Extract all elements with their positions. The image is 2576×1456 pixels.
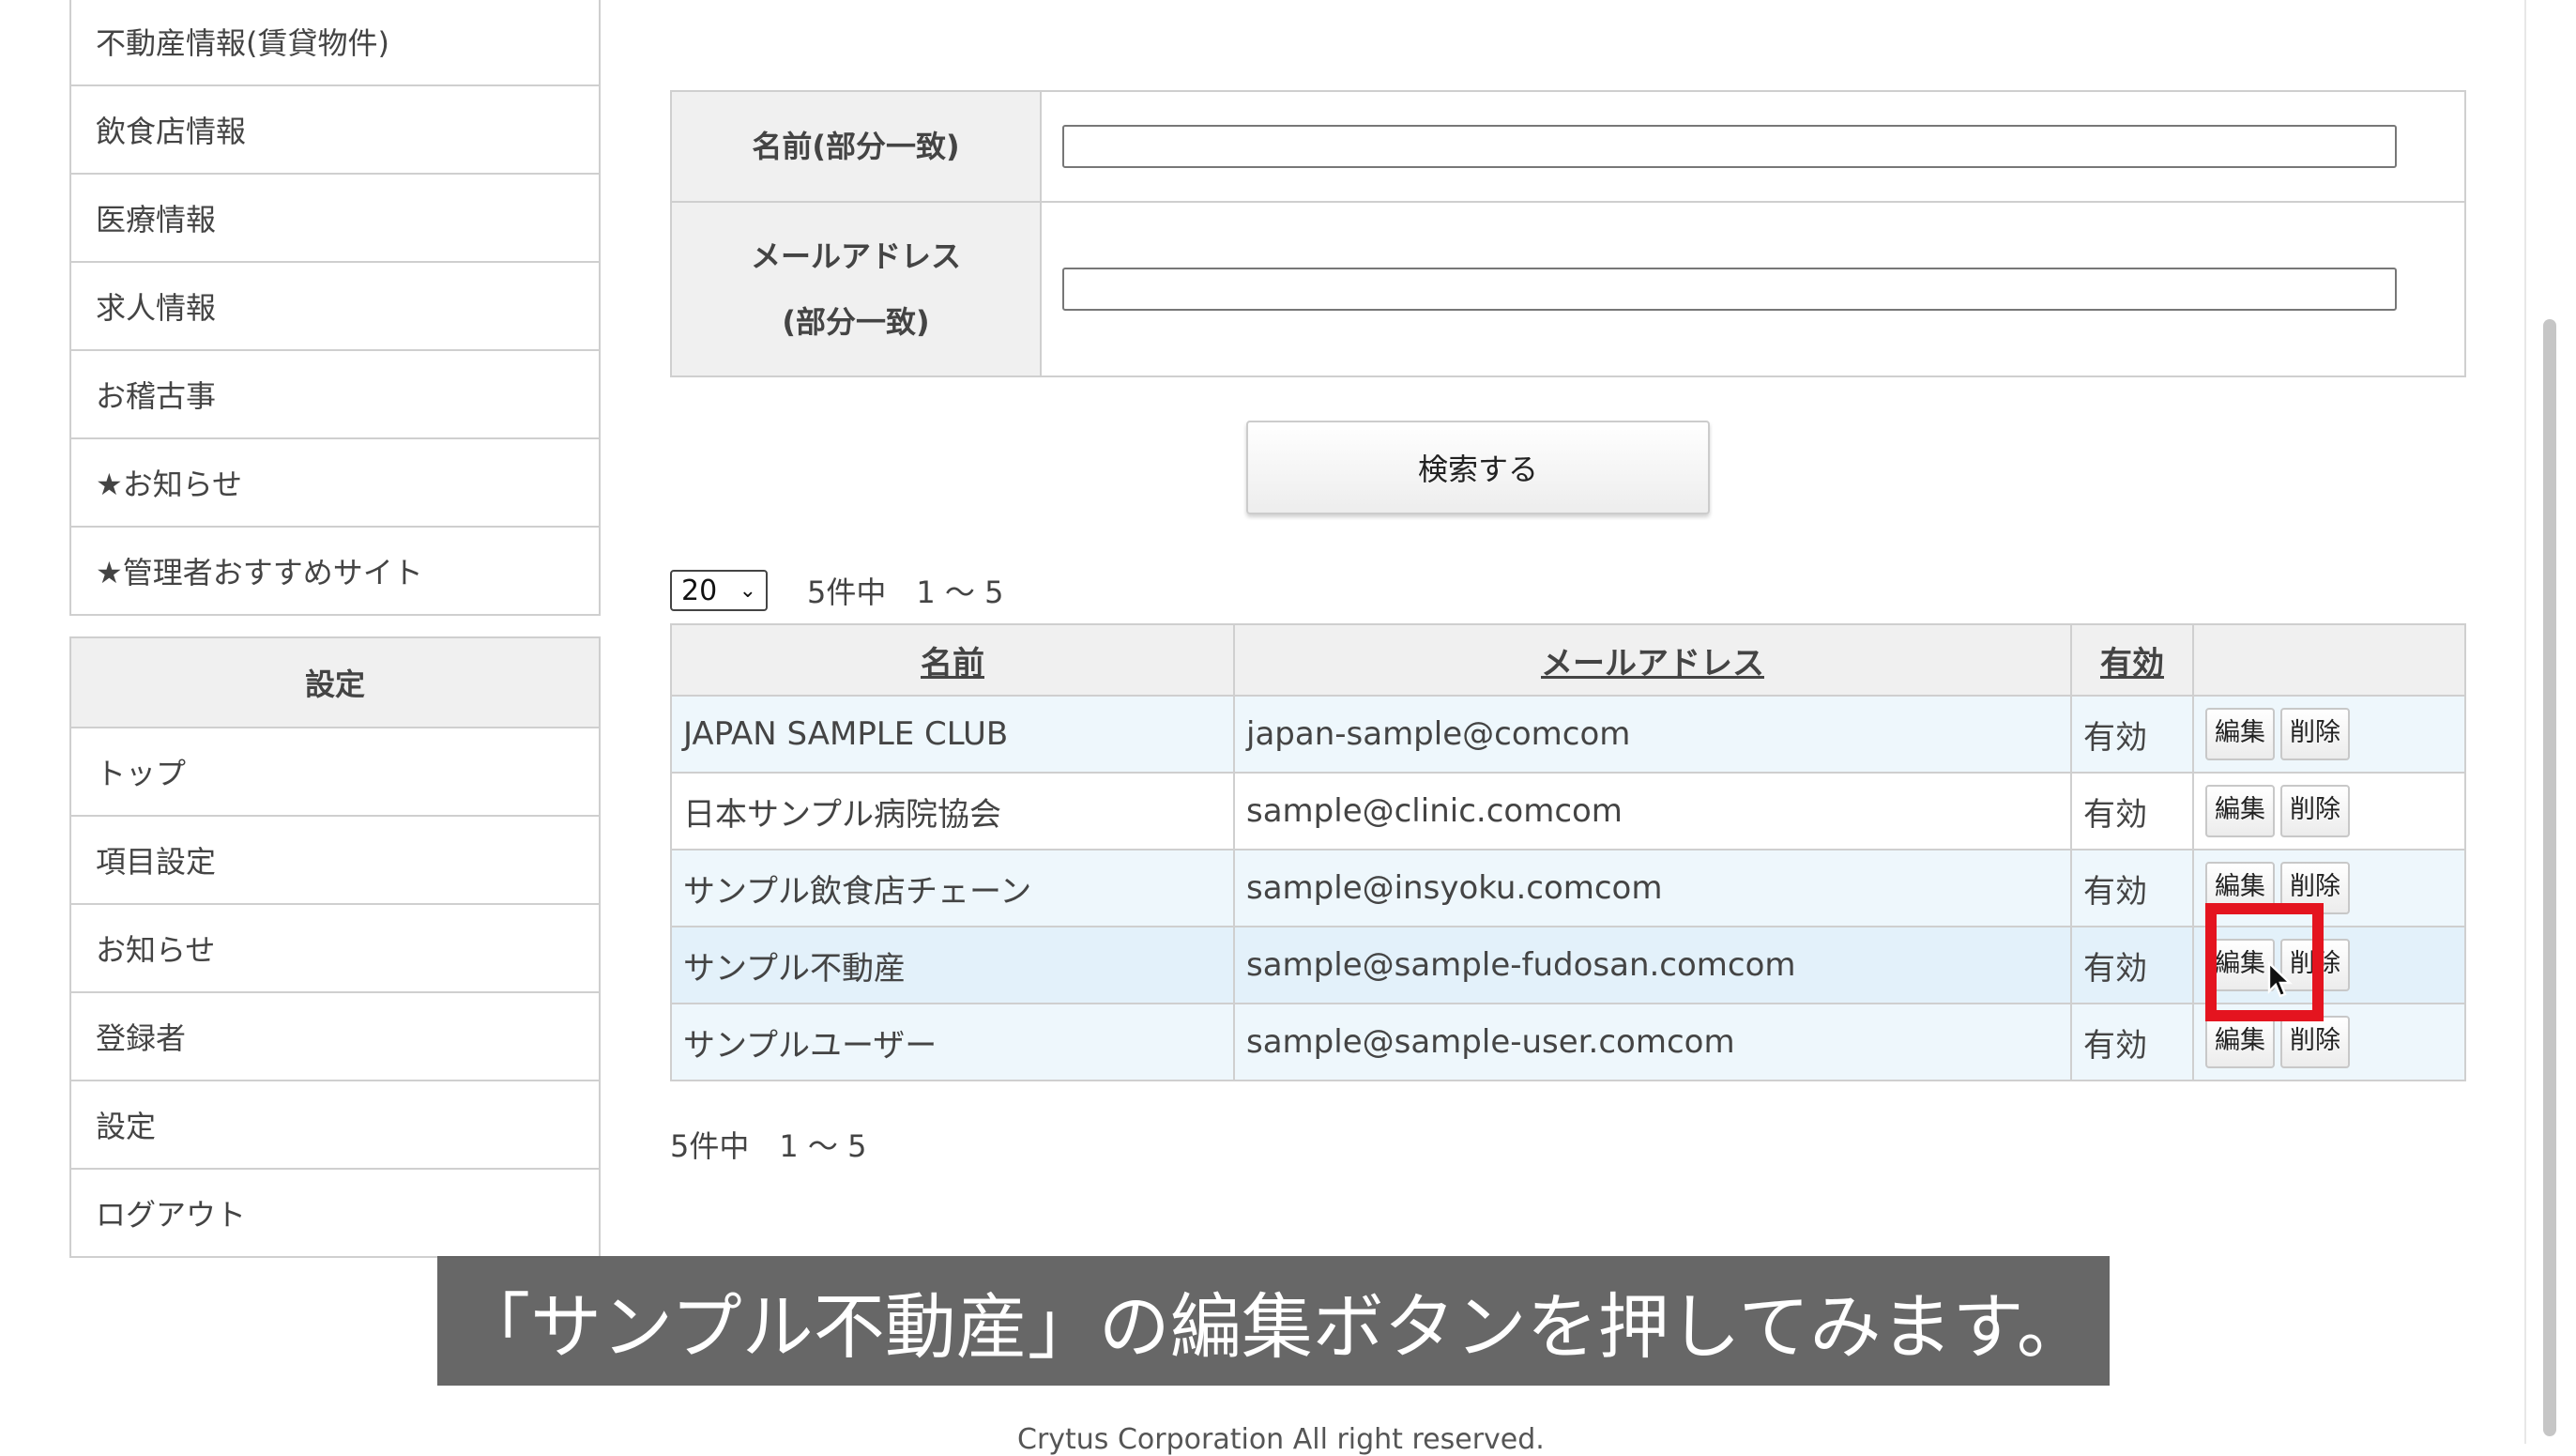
cell-email: sample@sample-user.comcom bbox=[1233, 1003, 2072, 1081]
menu-item-restaurant[interactable]: 飲食店情報 bbox=[71, 86, 599, 175]
menu-item-lessons[interactable]: お稽古事 bbox=[71, 351, 599, 439]
cell-status: 有効 bbox=[2070, 926, 2194, 1004]
settings-item-news[interactable]: お知らせ bbox=[71, 905, 599, 993]
cell-email: sample@sample-fudosan.comcom bbox=[1233, 926, 2072, 1004]
table-row: サンプル飲食店チェーン sample@insyoku.comcom 有効 編集削… bbox=[670, 849, 2466, 927]
scrollbar-thumb[interactable] bbox=[2543, 319, 2556, 1436]
chevron-down-icon: ⌄ bbox=[739, 578, 756, 603]
content-menu: 不動産情報(賃貸物件) 飲食店情報 医療情報 求人情報 お稽古事 ★お知らせ ★… bbox=[69, 0, 601, 616]
col-header-email[interactable]: メールアドレス bbox=[1233, 623, 2072, 697]
settings-item-registrants[interactable]: 登録者 bbox=[71, 993, 599, 1081]
menu-item-medical[interactable]: 医療情報 bbox=[71, 175, 599, 263]
menu-item-recommended[interactable]: ★管理者おすすめサイト bbox=[71, 528, 599, 616]
table-row: サンプル不動産 sample@sample-fudosan.comcom 有効 … bbox=[670, 926, 2466, 1004]
table-row: 日本サンプル病院協会 sample@clinic.comcom 有効 編集 削除 bbox=[670, 772, 2466, 851]
cell-status: 有効 bbox=[2070, 849, 2194, 927]
results-table: 名前 メールアドレス 有効 JAPAN SAMPLE CLUB japan-sa… bbox=[670, 623, 2466, 1081]
edit-button[interactable]: 編集 bbox=[2205, 785, 2275, 837]
cell-email: japan-sample@comcom bbox=[1233, 695, 2072, 774]
cell-email: sample@insyoku.comcom bbox=[1233, 849, 2072, 927]
cell-status: 有効 bbox=[2070, 695, 2194, 774]
footer-copyright: Crytus Corporation All right reserved. bbox=[1017, 1423, 1545, 1456]
col-header-name[interactable]: 名前 bbox=[670, 623, 1235, 697]
email-search-input[interactable] bbox=[1062, 268, 2397, 311]
search-button[interactable]: 検索する bbox=[1246, 421, 1710, 514]
cell-status: 有効 bbox=[2070, 772, 2194, 851]
delete-button[interactable]: 削除 bbox=[2280, 785, 2350, 837]
per-page-select[interactable]: 20 ⌄ bbox=[670, 570, 768, 611]
settings-item-fields[interactable]: 項目設定 bbox=[71, 817, 599, 905]
delete-button[interactable]: 削除 bbox=[2280, 708, 2350, 760]
cell-name: JAPAN SAMPLE CLUB bbox=[670, 695, 1235, 774]
pagination-top: 20 ⌄ 5件中 1 〜 5 bbox=[670, 569, 1003, 612]
page-edge bbox=[2524, 0, 2526, 1444]
settings-menu-title: 設定 bbox=[71, 638, 599, 728]
search-form: 名前(部分一致) メールアドレス (部分一致) bbox=[670, 90, 2466, 377]
table-row: JAPAN SAMPLE CLUB japan-sample@comcom 有効… bbox=[670, 695, 2466, 774]
menu-item-jobs[interactable]: 求人情報 bbox=[71, 263, 599, 351]
menu-item-news[interactable]: ★お知らせ bbox=[71, 439, 599, 528]
col-header-status[interactable]: 有効 bbox=[2070, 623, 2194, 697]
video-caption: 「サンプル不動産」の編集ボタンを押してみます。 bbox=[437, 1256, 2110, 1386]
table-row: サンプルユーザー sample@sample-user.comcom 有効 編集… bbox=[670, 1003, 2466, 1081]
mouse-pointer-icon bbox=[2267, 961, 2293, 998]
settings-item-top[interactable]: トップ bbox=[71, 728, 599, 817]
edit-button[interactable]: 編集 bbox=[2205, 1016, 2275, 1068]
result-count-bottom: 5件中 1 〜 5 bbox=[670, 1128, 867, 1164]
result-count: 5件中 1 〜 5 bbox=[807, 575, 1004, 610]
menu-item-real-estate[interactable]: 不動産情報(賃貸物件) bbox=[71, 0, 599, 86]
settings-menu: 設定 トップ 項目設定 お知らせ 登録者 設定 ログアウト bbox=[69, 636, 601, 1258]
name-field-label: 名前(部分一致) bbox=[670, 90, 1042, 203]
cell-name: サンプル不動産 bbox=[670, 926, 1235, 1004]
cell-name: 日本サンプル病院協会 bbox=[670, 772, 1235, 851]
delete-button[interactable]: 削除 bbox=[2280, 1016, 2350, 1068]
col-header-actions bbox=[2192, 623, 2466, 697]
cell-name: サンプルユーザー bbox=[670, 1003, 1235, 1081]
name-search-input[interactable] bbox=[1062, 125, 2397, 168]
edit-button[interactable]: 編集 bbox=[2205, 708, 2275, 760]
highlight-box bbox=[2205, 903, 2324, 1021]
settings-item-logout[interactable]: ログアウト bbox=[71, 1170, 599, 1258]
settings-item-settings[interactable]: 設定 bbox=[71, 1081, 599, 1170]
email-field-label: メールアドレス (部分一致) bbox=[670, 201, 1042, 377]
cell-name: サンプル飲食店チェーン bbox=[670, 849, 1235, 927]
cell-email: sample@clinic.comcom bbox=[1233, 772, 2072, 851]
cell-status: 有効 bbox=[2070, 1003, 2194, 1081]
